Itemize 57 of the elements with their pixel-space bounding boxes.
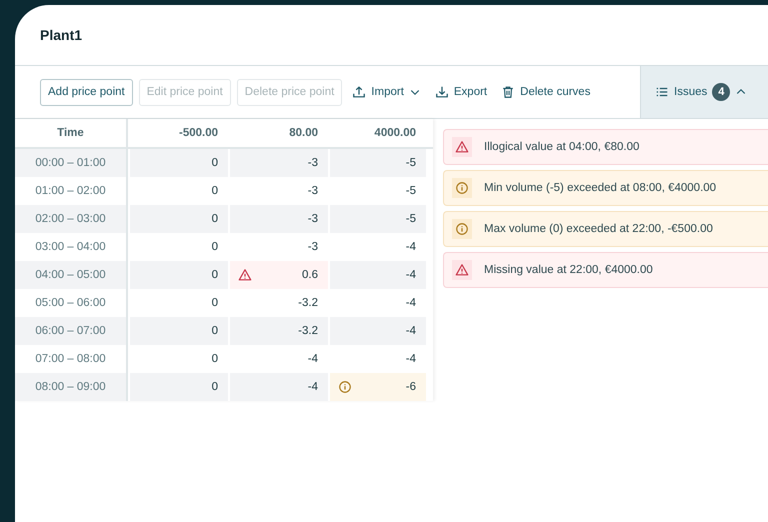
column-header: -500.00: [178, 126, 219, 141]
table-cell: 04:00 – 05:00: [15, 261, 128, 289]
info-icon: [455, 222, 469, 236]
warning-icon: [238, 268, 252, 282]
table-cell: 0.6: [230, 261, 328, 289]
table-cell-text: 0: [210, 352, 219, 367]
table-cell-text: -3: [306, 184, 319, 199]
info-icon: [338, 380, 352, 394]
table-cell: -3: [230, 149, 328, 177]
issues-toggle[interactable]: Issues 4: [640, 66, 768, 118]
trash-icon: [501, 85, 516, 99]
table-cell: 00:00 – 01:00: [15, 149, 128, 177]
table-cell: 06:00 – 07:00: [15, 317, 128, 345]
table-cell-text: -3: [306, 240, 319, 255]
issue-item[interactable]: Missing value at 22:00, €4000.00: [443, 252, 768, 288]
issue-item[interactable]: Max volume (0) exceeded at 22:00, -€500.00: [443, 211, 768, 247]
count-badge: 4: [712, 83, 730, 101]
table-cell: -5: [330, 149, 426, 177]
table-cell-text: -4: [306, 352, 319, 367]
table-cell: -3.2: [230, 317, 328, 345]
issue-item[interactable]: Illogical value at 04:00, €80.00: [443, 129, 768, 165]
info-icon: [455, 181, 469, 195]
table-cell: 08:00 – 09:00: [15, 373, 128, 401]
table-cell: -4: [230, 373, 328, 401]
toolbar-button[interactable]: Export: [430, 85, 492, 99]
page-title: Plant1: [40, 27, 82, 43]
column-header: 80.00: [288, 126, 319, 141]
table-cell: 0: [130, 373, 228, 401]
table-cell: -6: [330, 373, 426, 401]
issue-item[interactable]: Min volume (-5) exceeded at 08:00, €4000.00: [443, 170, 768, 206]
table-cell-text: -4: [404, 352, 417, 367]
table-cell: -3: [230, 205, 328, 233]
table-cell-text: -4: [404, 240, 417, 255]
warning-icon: [455, 140, 469, 154]
table-cell: 0: [130, 149, 228, 177]
warning-icon: [455, 263, 469, 277]
table-cell-text: 0: [210, 184, 219, 199]
toolbar-button[interactable]: Add price point: [40, 78, 133, 106]
upload-icon: [352, 85, 366, 99]
list-icon: [655, 85, 669, 99]
table-cell: -4: [330, 317, 426, 345]
table-cell: -4: [330, 261, 426, 289]
table-cell: 02:00 – 03:00: [15, 205, 128, 233]
download-icon: [434, 85, 449, 99]
table-cell-text: 0: [210, 240, 219, 255]
table-cell-text: -3.2: [297, 296, 319, 311]
table-cell-text: 0: [210, 296, 219, 311]
table-cell: 0: [130, 205, 228, 233]
toolbar-button[interactable]: Delete curves: [497, 85, 594, 99]
toolbar-button[interactable]: Import: [348, 85, 425, 99]
table-cell: -5: [330, 205, 426, 233]
column-header: 4000.00: [373, 126, 417, 141]
table-cell-text: -5: [404, 184, 417, 199]
table-cell: 0: [130, 317, 228, 345]
column-header: Time: [15, 119, 128, 147]
table-cell: 0: [130, 261, 228, 289]
table-cell-text: -4: [404, 296, 417, 311]
